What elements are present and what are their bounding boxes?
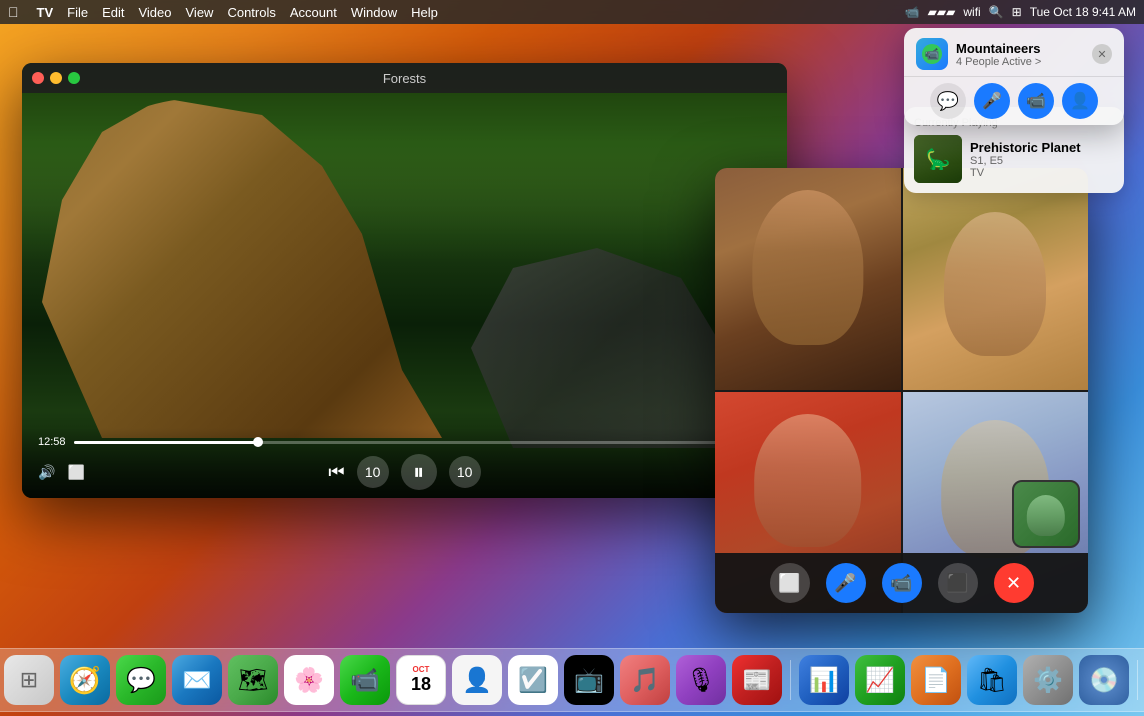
notification-mic-button[interactable]: 🎤 [974,83,1010,119]
rewind-button[interactable]: ⏮ [328,462,344,483]
dock-icon-appstore[interactable]: 🛍 [967,655,1017,705]
dock-icon-settings[interactable]: ⚙️ [1023,655,1073,705]
dock-icon-news[interactable]: 📰 [732,655,782,705]
dock-icon-messages[interactable]: 💬 [116,655,166,705]
facetime-screen-share-button[interactable]: ⬜ [770,563,810,603]
dock-icon-podcasts[interactable]: 🎙 [676,655,726,705]
apple-menu[interactable]:  [8,4,19,20]
self-view [1012,480,1080,548]
dock-icon-keynote[interactable]: 📊 [799,655,849,705]
tv-window: Forests 12:58 -33:73 🔊 ⬜ ⏮ 10 ⏸ 10 📺 ⬛ [22,63,787,498]
now-playing-platform: TV [970,167,1114,179]
menu-view[interactable]: View [186,5,214,20]
dinosaur-background [457,248,737,448]
menubar:  TV File Edit Video View Controls Accou… [0,0,1144,24]
menu-account[interactable]: Account [290,5,337,20]
subtitles-button[interactable]: ⬜ [67,464,84,481]
dock-icon-maps[interactable]: 🗺 [228,655,278,705]
menu-file[interactable]: File [67,5,88,20]
facetime-participant-1 [715,168,901,390]
dock-icon-appletv[interactable]: 📺 [564,655,614,705]
dock-icon-pages[interactable]: 📄 [911,655,961,705]
controls-row: 🔊 ⬜ ⏮ 10 ⏸ 10 📺 ⬛ [38,454,771,490]
datetime: Tue Oct 18 9:41 AM [1030,5,1136,19]
progress-thumb[interactable] [253,437,263,447]
facetime-mic-button[interactable]: 🎤 [826,563,866,603]
facetime-participant-2 [903,168,1089,390]
notification-active-count[interactable]: 4 People Active > [956,56,1084,68]
menu-edit[interactable]: Edit [102,5,124,20]
window-title: Forests [383,71,426,86]
menubar-left:  TV File Edit Video View Controls Accou… [8,4,438,20]
dock: 😀 ⊞ 🧭 💬 ✉️ 🗺 🌸 📹 OCT 18 👤 ☑️ 📺 🎵 🎙 [0,648,1144,712]
menu-app-name[interactable]: TV [37,5,54,20]
dock-icon-launchpad[interactable]: ⊞ [4,655,54,705]
now-playing-content: 🦕 Prehistoric Planet S1, E5 TV [914,135,1114,183]
dock-icon-numbers[interactable]: 📈 [855,655,905,705]
notification-group-name: Mountaineers [956,41,1084,56]
video-controls: 12:58 -33:73 🔊 ⬜ ⏮ 10 ⏸ 10 📺 ⬛ [22,428,787,498]
facetime-notification: 📹 Mountaineers 4 People Active > ✕ 💬 🎤 📹… [904,28,1124,125]
notification-person-button[interactable]: 👤 [1062,83,1098,119]
now-playing-title: Prehistoric Planet [970,140,1114,155]
facetime-window: ⬜ 🎤 📹 ⬛ ✕ [715,168,1088,613]
notification-close-button[interactable]: ✕ [1092,44,1112,64]
progress-bar[interactable] [74,441,732,444]
dock-icon-safari[interactable]: 🧭 [60,655,110,705]
window-buttons [32,72,80,84]
notification-bubble-button[interactable]: 💬 [930,83,966,119]
dock-icon-facetime[interactable]: 📹 [340,655,390,705]
facetime-end-call-button[interactable]: ✕ [994,563,1034,603]
dock-icon-calendar[interactable]: OCT 18 [396,655,446,705]
menu-window[interactable]: Window [351,5,397,20]
now-playing-info: Prehistoric Planet S1, E5 TV [970,140,1114,179]
close-button[interactable] [32,72,44,84]
dock-separator [790,660,791,700]
facetime-camera-button[interactable]: 📹 [882,563,922,603]
maximize-button[interactable] [68,72,80,84]
battery-icon: ▰▰▰ [928,5,956,19]
svg-text:📹: 📹 [925,47,940,61]
minimize-button[interactable] [50,72,62,84]
control-center-icon[interactable]: ⊞ [1012,5,1022,19]
facetime-controls: ⬜ 🎤 📹 ⬛ ✕ [715,553,1088,613]
facetime-share-button[interactable]: ⬛ [938,563,978,603]
skip-forward-button[interactable]: 10 [449,456,481,488]
facetime-app-icon: 📹 [916,38,948,70]
dock-icon-music[interactable]: 🎵 [620,655,670,705]
dock-icon-reminders[interactable]: ☑️ [508,655,558,705]
facetime-icon[interactable]: 📹 [905,5,920,19]
play-pause-button[interactable]: ⏸ [401,454,437,490]
wifi-icon[interactable]: wifi [963,5,980,19]
menubar-right: 📹 ▰▰▰ wifi 🔍 ⊞ Tue Oct 18 9:41 AM [905,5,1136,19]
now-playing-thumbnail: 🦕 [914,135,962,183]
dock-icon-mail[interactable]: ✉️ [172,655,222,705]
menu-controls[interactable]: Controls [227,5,275,20]
time-elapsed: 12:58 [38,436,66,448]
tv-titlebar: Forests [22,63,787,93]
notification-video-button[interactable]: 📹 [1018,83,1054,119]
search-icon[interactable]: 🔍 [989,5,1004,19]
menu-help[interactable]: Help [411,5,438,20]
volume-button[interactable]: 🔊 [38,464,55,481]
dock-icon-photos[interactable]: 🌸 [284,655,334,705]
menu-video[interactable]: Video [138,5,171,20]
now-playing-season-ep: S1, E5 [970,155,1114,167]
notification-title-area: Mountaineers 4 People Active > [956,41,1084,68]
dock-icon-contacts[interactable]: 👤 [452,655,502,705]
skip-back-button[interactable]: 10 [357,456,389,488]
progress-row: 12:58 -33:73 [38,436,771,448]
notification-header: 📹 Mountaineers 4 People Active > ✕ [904,28,1124,76]
progress-fill [74,441,258,444]
dock-separator-2 [1137,660,1138,700]
notification-actions: 💬 🎤 📹 👤 [904,76,1124,125]
dock-icon-syspreferences[interactable]: 💿 [1079,655,1129,705]
